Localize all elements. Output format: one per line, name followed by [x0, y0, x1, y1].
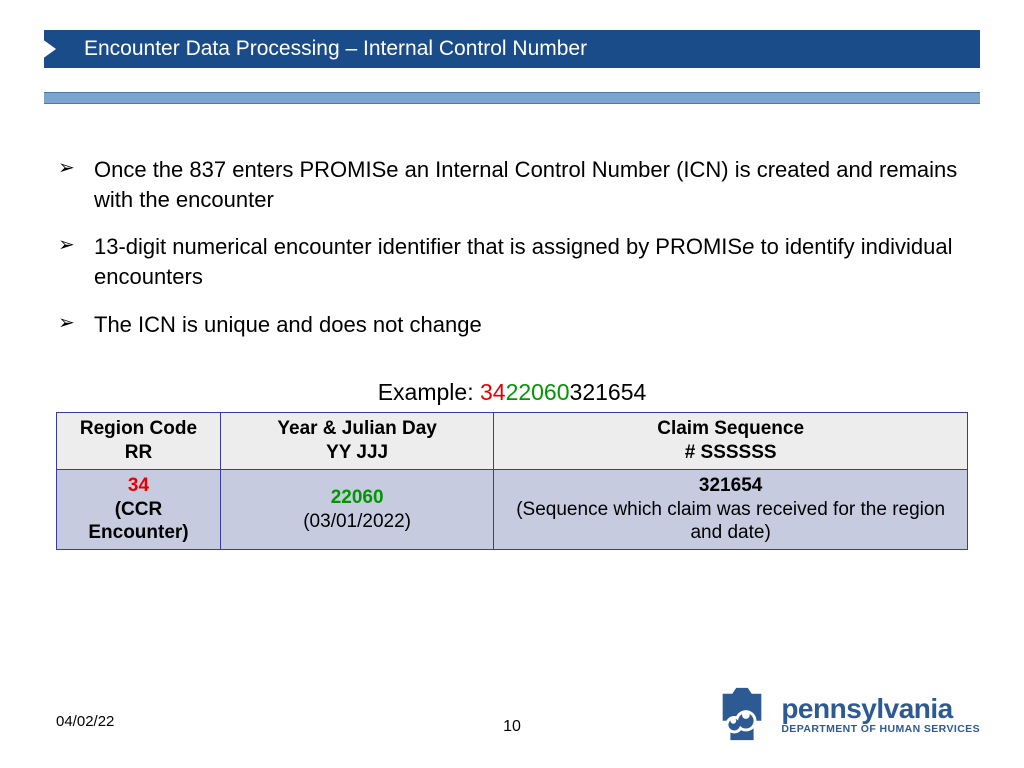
table-header-row: Region Code RR Year & Julian Day YY JJJ …: [57, 413, 968, 470]
bullet-item: Once the 837 enters PROMISe an Internal …: [56, 155, 968, 214]
bullet-text: The ICN is unique and does not change: [94, 312, 482, 337]
example-part-julian: 22060: [506, 379, 570, 405]
icn-table: Region Code RR Year & Julian Day YY JJJ …: [56, 412, 968, 550]
cell-value: 321654: [699, 475, 762, 496]
header-subtext: # SSSSSS: [502, 441, 959, 465]
cell-julian: 22060 (03/01/2022): [220, 469, 493, 549]
slide-title: Encounter Data Processing – Internal Con…: [84, 37, 587, 61]
icn-table-wrap: Region Code RR Year & Julian Day YY JJJ …: [56, 412, 968, 550]
header-text: Claim Sequence: [657, 418, 804, 439]
cell-value: 22060: [331, 487, 384, 508]
col-header-region: Region Code RR: [57, 413, 221, 470]
header-text: Year & Julian Day: [277, 418, 436, 439]
table-row: 34 (CCR Encounter) 22060 (03/01/2022) 32…: [57, 469, 968, 549]
cell-note: (Sequence which claim was received for t…: [516, 499, 945, 544]
header-text: Region Code: [80, 418, 197, 439]
header-arrow-icon: [38, 36, 56, 62]
col-header-sequence: Claim Sequence # SSSSSS: [494, 413, 968, 470]
logo-text-top: pennsylvania: [781, 695, 980, 723]
logo-text-bottom: DEPARTMENT OF HUMAN SERVICES: [781, 723, 980, 735]
slide-title-bar: Encounter Data Processing – Internal Con…: [44, 30, 980, 68]
header-subtext: RR: [65, 441, 212, 465]
bullet-item: 13-digit numerical encounter identifier …: [56, 232, 968, 291]
bullet-text-italic: e: [742, 234, 754, 259]
keystone-icon: [713, 686, 771, 744]
slide-content: Once the 837 enters PROMISe an Internal …: [56, 155, 968, 550]
col-header-julian: Year & Julian Day YY JJJ: [220, 413, 493, 470]
cell-value: 34: [128, 475, 149, 496]
cell-note: (CCR Encounter): [88, 499, 188, 544]
logo-text: pennsylvania DEPARTMENT OF HUMAN SERVICE…: [781, 695, 980, 735]
sub-divider-bar: [44, 92, 980, 104]
bullet-text: Once the 837 enters PROMISe an Internal …: [94, 157, 957, 212]
cell-region: 34 (CCR Encounter): [57, 469, 221, 549]
pa-dhs-logo: pennsylvania DEPARTMENT OF HUMAN SERVICE…: [713, 686, 980, 744]
cell-note: (03/01/2022): [303, 511, 411, 532]
example-part-sequence: 321654: [570, 379, 647, 405]
example-line: Example: 3422060321654: [56, 379, 968, 406]
example-label: Example:: [378, 379, 480, 405]
bullet-text: 13-digit numerical encounter identifier …: [94, 234, 742, 259]
bullet-item: The ICN is unique and does not change: [56, 310, 968, 340]
example-part-region: 34: [480, 379, 506, 405]
header-subtext: YY JJJ: [229, 441, 485, 465]
cell-sequence: 321654 (Sequence which claim was receive…: [494, 469, 968, 549]
bullet-list: Once the 837 enters PROMISe an Internal …: [56, 155, 968, 339]
